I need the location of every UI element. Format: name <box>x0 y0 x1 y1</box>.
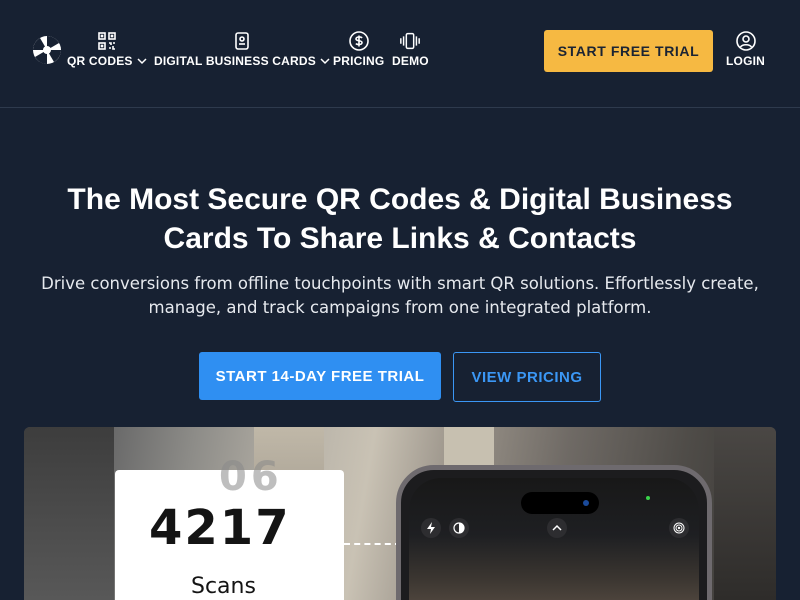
nav-pricing[interactable]: PRICING <box>333 30 384 68</box>
building-shape <box>714 427 776 600</box>
scan-ghost-digits: 06 <box>219 454 283 500</box>
start-free-trial-button[interactable]: START FREE TRIAL <box>544 30 713 72</box>
hero-title: The Most Secure QR Codes & Digital Busin… <box>67 183 733 255</box>
nav-login[interactable]: LOGIN <box>726 30 765 68</box>
business-card-icon <box>231 30 253 52</box>
scan-count: 4217 <box>149 500 291 556</box>
nav-pricing-label: PRICING <box>333 54 385 68</box>
flash-icon <box>421 518 441 538</box>
chevron-up-icon <box>547 518 567 538</box>
nav-qr-codes[interactable]: QR CODES <box>67 30 147 68</box>
dynamic-island <box>521 492 599 514</box>
nav-qr-codes-label: QR CODES <box>67 54 133 68</box>
dollar-icon <box>348 30 370 52</box>
nav-login-label: LOGIN <box>726 54 765 68</box>
user-icon <box>735 30 757 52</box>
nav-demo[interactable]: DEMO <box>392 30 429 68</box>
site-header: QR CODES DIGITAL BUSINESS CARDS PRICING <box>0 0 800 108</box>
scan-counter-card: 06 4217 Scans <box>115 454 344 600</box>
nav-digital-business-cards[interactable]: DIGITAL BUSINESS CARDS <box>154 30 330 68</box>
view-pricing-button[interactable]: VIEW PRICING <box>453 352 601 402</box>
hero-subtitle: Drive conversions from offline touchpoin… <box>41 274 759 317</box>
start-14-day-trial-button[interactable]: START 14-DAY FREE TRIAL <box>199 352 441 400</box>
logo-icon[interactable] <box>32 35 62 65</box>
hero-illustration: 06 4217 Scans <box>24 427 776 600</box>
nav-digital-business-cards-label: DIGITAL BUSINESS CARDS <box>154 54 316 68</box>
live-photo-icon <box>449 518 469 538</box>
phone-screen <box>409 478 699 600</box>
chevron-down-icon <box>320 58 330 65</box>
live-icon <box>669 518 689 538</box>
scan-label: Scans <box>191 574 256 599</box>
vibrate-phone-icon <box>399 30 421 52</box>
qr-code-icon <box>96 30 118 52</box>
phone-mockup <box>396 465 712 600</box>
chevron-down-icon <box>137 58 147 65</box>
building-shape <box>24 427 114 600</box>
nav-demo-label: DEMO <box>392 54 429 68</box>
